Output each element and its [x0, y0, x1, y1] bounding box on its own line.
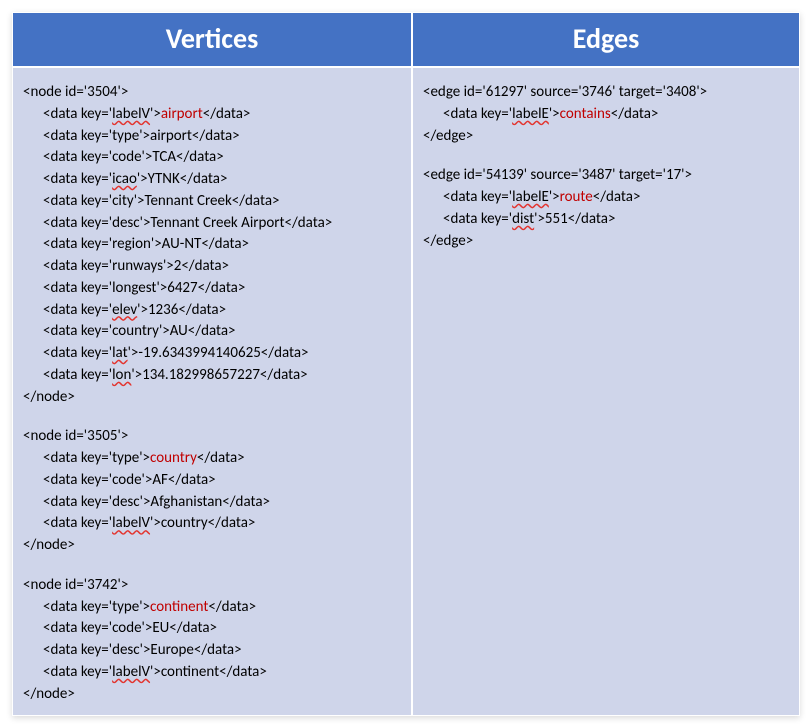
header-edges: Edges: [412, 12, 800, 67]
code-line: <data key='longest'>6427</data>: [23, 278, 401, 300]
vertices-cell: <node id='3504'> <data key='labelV'>airp…: [12, 67, 412, 716]
comparison-table: Vertices Edges <node id='3504'> <data ke…: [12, 12, 800, 716]
code-line: <data key='runways'>2</data>: [23, 256, 401, 278]
code-line: <data key='region'>AU-NT</data>: [23, 234, 401, 256]
code-line: <data key='labelV'>country</data>: [23, 513, 401, 535]
code-line: <node id='3505'>: [23, 426, 401, 448]
code-line: </edge>: [423, 231, 789, 253]
code-line: <data key='labelE'>contains</data>: [423, 104, 789, 126]
code-line: <data key='code'>AF</data>: [23, 470, 401, 492]
code-line: </edge>: [423, 126, 789, 148]
edges-code: <edge id='61297' source='3746' target='3…: [423, 82, 789, 252]
code-line: <data key='dist'>551</data>: [423, 209, 789, 231]
code-line: </node>: [23, 684, 401, 706]
block-gap: [23, 408, 401, 426]
code-line: <data key='desc'>Tennant Creek Airport</…: [23, 213, 401, 235]
vertices-code: <node id='3504'> <data key='labelV'>airp…: [23, 82, 401, 705]
code-line: <edge id='54139' source='3487' target='1…: [423, 165, 789, 187]
code-line: <data key='country'>AU</data>: [23, 321, 401, 343]
code-line: <data key='lat'>-19.6343994140625</data>: [23, 343, 401, 365]
edges-cell: <edge id='61297' source='3746' target='3…: [412, 67, 800, 716]
block-gap: [423, 147, 789, 165]
table-body-row: <node id='3504'> <data key='labelV'>airp…: [12, 67, 800, 716]
header-vertices: Vertices: [12, 12, 412, 67]
code-line: <data key='icao'>YTNK</data>: [23, 169, 401, 191]
code-line: <data key='labelE'>route</data>: [423, 187, 789, 209]
code-line: <data key='code'>TCA</data>: [23, 147, 401, 169]
code-line: <data key='lon'>134.182998657227</data>: [23, 365, 401, 387]
code-line: <data key='type'>continent</data>: [23, 597, 401, 619]
code-line: <data key='type'>country</data>: [23, 448, 401, 470]
code-line: <data key='desc'>Europe</data>: [23, 640, 401, 662]
code-line: <data key='labelV'>continent</data>: [23, 662, 401, 684]
code-line: <data key='type'>airport</data>: [23, 126, 401, 148]
code-line: <node id='3504'>: [23, 82, 401, 104]
code-line: <data key='desc'>Afghanistan</data>: [23, 492, 401, 514]
block-gap: [23, 557, 401, 575]
code-line: <data key='city'>Tennant Creek</data>: [23, 191, 401, 213]
code-line: </node>: [23, 387, 401, 409]
code-line: <data key='code'>EU</data>: [23, 618, 401, 640]
code-line: <data key='labelV'>airport</data>: [23, 104, 401, 126]
code-line: <node id='3742'>: [23, 575, 401, 597]
code-line: </node>: [23, 535, 401, 557]
code-line: <edge id='61297' source='3746' target='3…: [423, 82, 789, 104]
code-line: <data key='elev'>1236</data>: [23, 300, 401, 322]
table-header-row: Vertices Edges: [12, 12, 800, 67]
